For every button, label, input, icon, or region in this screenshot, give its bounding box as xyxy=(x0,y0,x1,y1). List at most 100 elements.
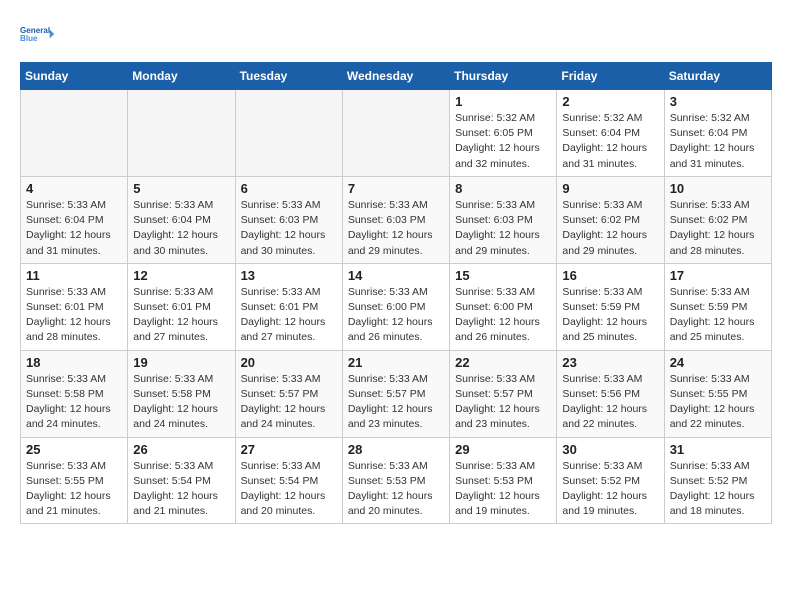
calendar-cell: 1 Sunrise: 5:32 AM Sunset: 6:05 PM Daylig… xyxy=(450,90,557,177)
day-number: 29 xyxy=(455,442,551,457)
svg-text:General: General xyxy=(20,26,50,35)
calendar-cell: 22 Sunrise: 5:33 AM Sunset: 5:57 PM Dayli… xyxy=(450,350,557,437)
day-info: Sunrise: 5:33 AM Sunset: 6:02 PM Dayligh… xyxy=(670,198,766,259)
day-info: Sunrise: 5:33 AM Sunset: 5:58 PM Dayligh… xyxy=(133,372,229,433)
day-number: 31 xyxy=(670,442,766,457)
day-number: 20 xyxy=(241,355,337,370)
calendar-cell: 19 Sunrise: 5:33 AM Sunset: 5:58 PM Dayli… xyxy=(128,350,235,437)
calendar-cell: 21 Sunrise: 5:33 AM Sunset: 5:57 PM Dayli… xyxy=(342,350,449,437)
day-info: Sunrise: 5:33 AM Sunset: 6:01 PM Dayligh… xyxy=(26,285,122,346)
calendar-cell: 8 Sunrise: 5:33 AM Sunset: 6:03 PM Daylig… xyxy=(450,176,557,263)
day-info: Sunrise: 5:33 AM Sunset: 5:54 PM Dayligh… xyxy=(241,459,337,520)
day-number: 5 xyxy=(133,181,229,196)
day-number: 16 xyxy=(562,268,658,283)
calendar-cell xyxy=(342,90,449,177)
calendar-cell: 26Sunrise: 5:33 AM Sunset: 5:54 PM Dayli… xyxy=(128,437,235,524)
calendar-cell: 18Sunrise: 5:33 AM Sunset: 5:58 PM Dayli… xyxy=(21,350,128,437)
day-number: 19 xyxy=(133,355,229,370)
header: GeneralBlue xyxy=(20,16,772,52)
calendar-cell: 20 Sunrise: 5:33 AM Sunset: 5:57 PM Dayli… xyxy=(235,350,342,437)
calendar-cell: 9 Sunrise: 5:33 AM Sunset: 6:02 PM Daylig… xyxy=(557,176,664,263)
day-info: Sunrise: 5:33 AM Sunset: 6:03 PM Dayligh… xyxy=(241,198,337,259)
calendar-cell xyxy=(235,90,342,177)
calendar-week-2: 4 Sunrise: 5:33 AM Sunset: 6:04 PM Daylig… xyxy=(21,176,772,263)
day-info: Sunrise: 5:33 AM Sunset: 6:03 PM Dayligh… xyxy=(455,198,551,259)
calendar-week-1: 1 Sunrise: 5:32 AM Sunset: 6:05 PM Daylig… xyxy=(21,90,772,177)
calendar-cell: 27 Sunrise: 5:33 AM Sunset: 5:54 PM Dayli… xyxy=(235,437,342,524)
day-info: Sunrise: 5:33 AM Sunset: 5:57 PM Dayligh… xyxy=(455,372,551,433)
calendar-cell: 10 Sunrise: 5:33 AM Sunset: 6:02 PM Dayli… xyxy=(664,176,771,263)
header-monday: Monday xyxy=(128,63,235,90)
day-number: 2 xyxy=(562,94,658,109)
calendar-cell: 14 Sunrise: 5:33 AM Sunset: 6:00 PM Dayli… xyxy=(342,263,449,350)
day-number: 3 xyxy=(670,94,766,109)
day-info: Sunrise: 5:32 AM Sunset: 6:05 PM Dayligh… xyxy=(455,111,551,172)
calendar-cell: 13 Sunrise: 5:33 AM Sunset: 6:01 PM Dayli… xyxy=(235,263,342,350)
day-info: Sunrise: 5:33 AM Sunset: 5:58 PM Dayligh… xyxy=(26,372,122,433)
day-info: Sunrise: 5:33 AM Sunset: 5:55 PM Dayligh… xyxy=(670,372,766,433)
logo: GeneralBlue xyxy=(20,16,56,52)
calendar-header-row: SundayMondayTuesdayWednesdayThursdayFrid… xyxy=(21,63,772,90)
day-number: 14 xyxy=(348,268,444,283)
header-wednesday: Wednesday xyxy=(342,63,449,90)
day-number: 25 xyxy=(26,442,122,457)
header-saturday: Saturday xyxy=(664,63,771,90)
calendar-week-5: 25 Sunrise: 5:33 AM Sunset: 5:55 PM Dayli… xyxy=(21,437,772,524)
calendar-week-3: 11 Sunrise: 5:33 AM Sunset: 6:01 PM Dayli… xyxy=(21,263,772,350)
day-info: Sunrise: 5:33 AM Sunset: 6:01 PM Dayligh… xyxy=(133,285,229,346)
svg-text:Blue: Blue xyxy=(20,34,38,43)
day-info: Sunrise: 5:33 AM Sunset: 5:55 PM Dayligh… xyxy=(26,459,122,520)
calendar-cell: 15 Sunrise: 5:33 AM Sunset: 6:00 PM Dayli… xyxy=(450,263,557,350)
day-info: Sunrise: 5:33 AM Sunset: 5:59 PM Dayligh… xyxy=(562,285,658,346)
calendar-cell xyxy=(21,90,128,177)
day-number: 15 xyxy=(455,268,551,283)
day-number: 4 xyxy=(26,181,122,196)
day-info: Sunrise: 5:33 AM Sunset: 6:04 PM Dayligh… xyxy=(133,198,229,259)
calendar-table: SundayMondayTuesdayWednesdayThursdayFrid… xyxy=(20,62,772,524)
day-info: Sunrise: 5:33 AM Sunset: 5:57 PM Dayligh… xyxy=(348,372,444,433)
header-tuesday: Tuesday xyxy=(235,63,342,90)
day-info: Sunrise: 5:33 AM Sunset: 5:52 PM Dayligh… xyxy=(670,459,766,520)
day-number: 7 xyxy=(348,181,444,196)
day-number: 8 xyxy=(455,181,551,196)
calendar-cell: 16 Sunrise: 5:33 AM Sunset: 5:59 PM Dayli… xyxy=(557,263,664,350)
calendar-cell: 12 Sunrise: 5:33 AM Sunset: 6:01 PM Dayli… xyxy=(128,263,235,350)
calendar-week-4: 18Sunrise: 5:33 AM Sunset: 5:58 PM Dayli… xyxy=(21,350,772,437)
day-number: 12 xyxy=(133,268,229,283)
day-number: 9 xyxy=(562,181,658,196)
day-info: Sunrise: 5:33 AM Sunset: 6:00 PM Dayligh… xyxy=(455,285,551,346)
calendar-cell: 25 Sunrise: 5:33 AM Sunset: 5:55 PM Dayli… xyxy=(21,437,128,524)
calendar-cell: 11 Sunrise: 5:33 AM Sunset: 6:01 PM Dayli… xyxy=(21,263,128,350)
calendar-cell: 30Sunrise: 5:33 AM Sunset: 5:52 PM Dayli… xyxy=(557,437,664,524)
day-number: 10 xyxy=(670,181,766,196)
day-info: Sunrise: 5:33 AM Sunset: 6:00 PM Dayligh… xyxy=(348,285,444,346)
day-info: Sunrise: 5:33 AM Sunset: 6:02 PM Dayligh… xyxy=(562,198,658,259)
header-sunday: Sunday xyxy=(21,63,128,90)
day-info: Sunrise: 5:33 AM Sunset: 5:59 PM Dayligh… xyxy=(670,285,766,346)
calendar-cell: 5 Sunrise: 5:33 AM Sunset: 6:04 PM Daylig… xyxy=(128,176,235,263)
day-number: 24 xyxy=(670,355,766,370)
calendar-cell: 3 Sunrise: 5:32 AM Sunset: 6:04 PM Daylig… xyxy=(664,90,771,177)
day-number: 27 xyxy=(241,442,337,457)
calendar-cell: 7Sunrise: 5:33 AM Sunset: 6:03 PM Daylig… xyxy=(342,176,449,263)
calendar-cell xyxy=(128,90,235,177)
day-number: 21 xyxy=(348,355,444,370)
day-number: 11 xyxy=(26,268,122,283)
calendar-cell: 29 Sunrise: 5:33 AM Sunset: 5:53 PM Dayli… xyxy=(450,437,557,524)
day-info: Sunrise: 5:33 AM Sunset: 6:01 PM Dayligh… xyxy=(241,285,337,346)
calendar-cell: 4 Sunrise: 5:33 AM Sunset: 6:04 PM Daylig… xyxy=(21,176,128,263)
calendar-cell: 28Sunrise: 5:33 AM Sunset: 5:53 PM Dayli… xyxy=(342,437,449,524)
day-info: Sunrise: 5:33 AM Sunset: 5:56 PM Dayligh… xyxy=(562,372,658,433)
day-number: 1 xyxy=(455,94,551,109)
day-number: 13 xyxy=(241,268,337,283)
day-number: 6 xyxy=(241,181,337,196)
day-info: Sunrise: 5:33 AM Sunset: 5:53 PM Dayligh… xyxy=(455,459,551,520)
page: GeneralBlue SundayMondayTuesdayWednesday… xyxy=(0,0,792,540)
day-number: 22 xyxy=(455,355,551,370)
day-info: Sunrise: 5:32 AM Sunset: 6:04 PM Dayligh… xyxy=(670,111,766,172)
calendar-cell: 17Sunrise: 5:33 AM Sunset: 5:59 PM Dayli… xyxy=(664,263,771,350)
day-info: Sunrise: 5:33 AM Sunset: 5:53 PM Dayligh… xyxy=(348,459,444,520)
day-info: Sunrise: 5:33 AM Sunset: 6:04 PM Dayligh… xyxy=(26,198,122,259)
day-info: Sunrise: 5:33 AM Sunset: 5:57 PM Dayligh… xyxy=(241,372,337,433)
day-info: Sunrise: 5:33 AM Sunset: 5:52 PM Dayligh… xyxy=(562,459,658,520)
